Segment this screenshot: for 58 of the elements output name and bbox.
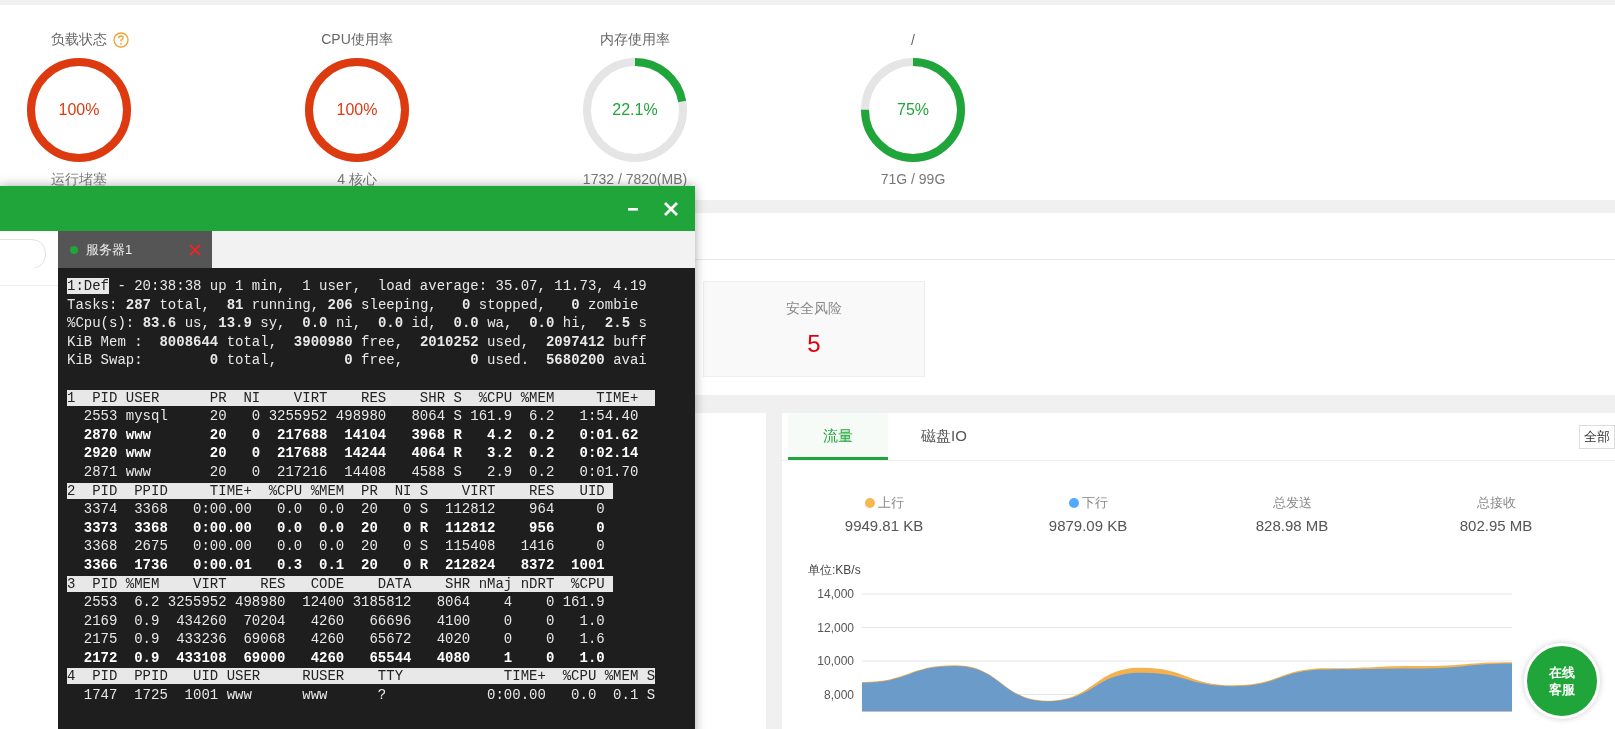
gauge-caption: 1732 / 7820(MB) [582, 171, 688, 187]
unit-label: 单位:KB/s [808, 562, 861, 579]
stat-value: 9949.81 KB [844, 516, 924, 536]
stat-label: 下行 [1081, 494, 1108, 512]
process-row-text: 1747 1725 1001 www www ? 0:00.00 0.0 0.1 S [82, 687, 656, 704]
gauge-value: 22.1% [612, 101, 658, 119]
gauge-label: / [911, 32, 915, 48]
process-row-text: 2169 0.9 434260 70204 4260 66696 4100 0 0 1.0 [82, 612, 605, 629]
gauge-value: 100% [58, 101, 100, 119]
gauge-label: CPU使用率 [321, 31, 393, 49]
axis-tick-label: 8,000 [823, 687, 854, 702]
stat-value: 828.98 MB [1255, 516, 1329, 536]
terminal-line: Tasks: 287 total, 81 running, 206 sleeping, 0 stopped, 0 zombie [67, 296, 639, 313]
stat-value: 9879.09 KB [1048, 516, 1128, 536]
table-header: 1 PID USER PR NI VIRT RES SHR S %CPU %MEM TIME+ [67, 389, 656, 406]
terminal-line: - 20:38:38 up 1 min, 1 user, load average: 35.07, 11.73, 4.19 [116, 278, 647, 294]
process-row-text: 3368 2675 0:00.00 0.0 0.0 20 0 S 115408 1416 0 [82, 538, 605, 555]
gauge-caption: 4 核心 [337, 171, 377, 189]
terminal-line: KiB Swap: 0 total, 0 free, 0 used. 5680200 avai [67, 352, 647, 369]
table-header: 2 PID PPID TIME+ %CPU %MEM PR NI S VIRT RES UID [67, 482, 614, 499]
table-header: 3 PID %MEM VIRT RES CODE DATA SHR nMaj nDRT %CPU [67, 575, 614, 592]
stat-label: 总接收 [1476, 494, 1516, 512]
help-icon[interactable] [113, 32, 129, 48]
card-label: 安全风险 [786, 300, 842, 318]
close-icon [663, 200, 679, 217]
process-row-text: 2920 www 20 0 217688 14244 4064 R 3.2 0.2 0:02.14 [82, 445, 639, 462]
axis-tick-label: 14,000 [817, 587, 854, 601]
gauge-value: 100% [336, 101, 378, 119]
process-row-text: 2870 www 20 0 217688 14104 3968 R 4.2 0.2 0:01.62 [82, 426, 639, 443]
gauge-caption: 运行堵塞 [51, 171, 107, 189]
process-row-text: 3374 3368 0:00.00 0.0 0.0 20 0 S 112812 964 0 [82, 501, 605, 518]
process-row-text: 3366 1736 0:00.01 0.3 0.1 20 0 R 212824 8372 1001 [82, 556, 605, 573]
card-value: 5 [807, 330, 821, 358]
stat-label: 总发送 [1272, 494, 1312, 512]
status-dot [70, 245, 78, 254]
stat-value: 802.95 MB [1459, 516, 1533, 536]
range-dropdown[interactable]: 全部 [1579, 424, 1615, 449]
process-row-text: 2553 mysql 20 0 3255952 498980 8064 S 161.9 6.2 1:54.40 [82, 408, 639, 425]
tab[interactable]: 磁盘IO [894, 413, 994, 460]
gauge-caption: 71G / 99G [880, 171, 946, 187]
window-tag: 1:Def [67, 278, 109, 294]
process-row-text: 2175 0.9 433236 69068 4260 65672 4020 0 0 1.6 [82, 631, 605, 648]
gauge-label: 内存使用率 [600, 31, 670, 49]
session-tab[interactable]: 服务器1 [58, 231, 212, 268]
process-row-text: 3373 3368 0:00.00 0.0 0.0 20 0 R 112812 956 0 [82, 519, 605, 536]
process-row-text: 2553 6.2 3255952 498980 12400 3185812 8064 4 0 161.9 [82, 594, 605, 611]
stat-label: 上行 [877, 494, 904, 512]
process-row-text: 2871 www 20 0 217216 14408 4588 S 2.9 0.2 0:01.70 [82, 463, 639, 480]
process-row-text: 2172 0.9 433108 69000 4260 65544 4080 1 0 1.0 [82, 649, 605, 666]
terminal-line: %Cpu(s): 83.6 us, 13.9 sy, 0.0 ni, 0.0 id, 0.0 wa, 0.0 hi, 2.5 s [67, 315, 647, 332]
table-header: 4 PID PPID UID USER RUSER TTY TIME+ %CPU %MEM S [67, 668, 656, 685]
tab-label: 服务器1 [86, 240, 133, 259]
gauge-label: 负载状态 [51, 31, 107, 49]
gauge-value: 75% [897, 101, 929, 119]
terminal-line: KiB Mem : 8008644 total, 3900980 free, 2010252 used, 2097412 buff [67, 333, 647, 350]
axis-tick-label: 10,000 [817, 654, 854, 668]
close-icon[interactable] [188, 242, 202, 257]
axis-tick-label: 12,000 [817, 620, 854, 635]
